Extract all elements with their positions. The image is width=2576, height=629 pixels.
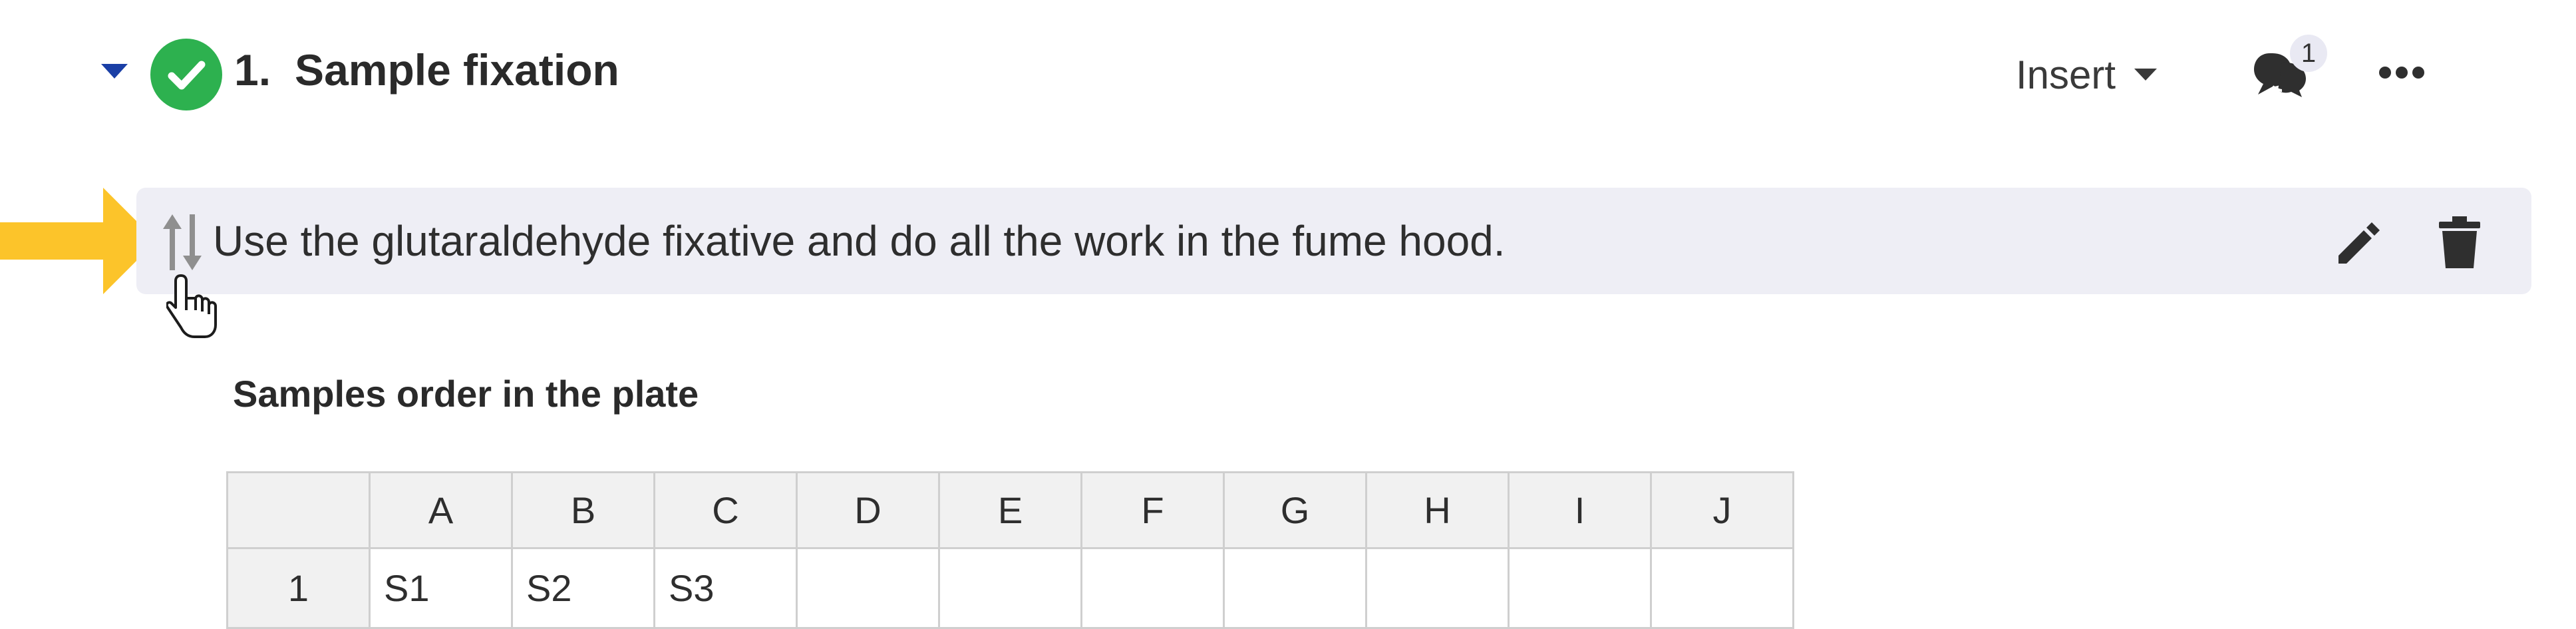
row-header[interactable]: 1	[226, 547, 371, 629]
column-header[interactable]: G	[1223, 471, 1367, 549]
table-cell[interactable]	[796, 547, 940, 629]
column-header[interactable]: D	[796, 471, 940, 549]
table-cell[interactable]	[1508, 547, 1652, 629]
caret-down-icon	[2134, 69, 2158, 81]
table-cell[interactable]: S3	[653, 547, 798, 629]
comment-count-badge: 1	[2290, 35, 2327, 72]
comments-button[interactable]: 1	[2249, 35, 2327, 108]
table-cell[interactable]	[1650, 547, 1794, 629]
instruction-text: Use the glutaraldehyde fixative and do a…	[213, 217, 1506, 265]
table-row: 1 S1 S2 S3	[226, 547, 1794, 629]
step-name: Sample fixation	[295, 45, 619, 95]
table-cell[interactable]	[938, 547, 1082, 629]
reorder-handle[interactable]	[162, 214, 203, 270]
step-title: 1. Sample fixation	[234, 39, 619, 101]
corner-cell[interactable]	[226, 471, 371, 549]
ellipsis-icon	[2379, 67, 2424, 79]
table-cell[interactable]: S1	[369, 547, 513, 629]
insert-label: Insert	[2016, 52, 2116, 97]
table-cell[interactable]	[1365, 547, 1510, 629]
instruction-row: Use the glutaraldehyde fixative and do a…	[136, 188, 2531, 294]
column-header[interactable]: J	[1650, 471, 1794, 549]
plate-table: A B C D E F G H I J 1 S1 S2 S3	[226, 471, 1794, 629]
column-header[interactable]: F	[1080, 471, 1225, 549]
table-cell[interactable]	[1223, 547, 1367, 629]
step-header: 1. Sample fixation Insert 1	[0, 0, 2576, 146]
column-header[interactable]: B	[511, 471, 655, 549]
table-cell[interactable]: S2	[511, 547, 655, 629]
table-cell[interactable]	[1080, 547, 1225, 629]
hand-pointer-icon	[166, 274, 217, 338]
insert-dropdown-button[interactable]: Insert	[2016, 44, 2158, 105]
more-options-button[interactable]	[2375, 56, 2428, 89]
table-header-row: A B C D E F G H I J	[226, 471, 1794, 549]
arrow-right-icon	[0, 188, 156, 294]
trash-icon	[2439, 216, 2480, 268]
column-header[interactable]: E	[938, 471, 1082, 549]
check-circle-icon	[150, 39, 222, 110]
pencil-icon	[2338, 222, 2380, 264]
column-header[interactable]: I	[1508, 471, 1652, 549]
column-header[interactable]: C	[653, 471, 798, 549]
step-number: 1.	[234, 45, 271, 95]
column-header[interactable]: H	[1365, 471, 1510, 549]
delete-button[interactable]	[2433, 214, 2486, 270]
table-title: Samples order in the plate	[233, 372, 699, 415]
column-header[interactable]: A	[369, 471, 513, 549]
edit-button[interactable]	[2332, 217, 2385, 270]
sort-arrows-icon	[163, 214, 202, 270]
caret-down-icon	[101, 64, 128, 79]
collapse-toggle[interactable]	[100, 61, 129, 81]
